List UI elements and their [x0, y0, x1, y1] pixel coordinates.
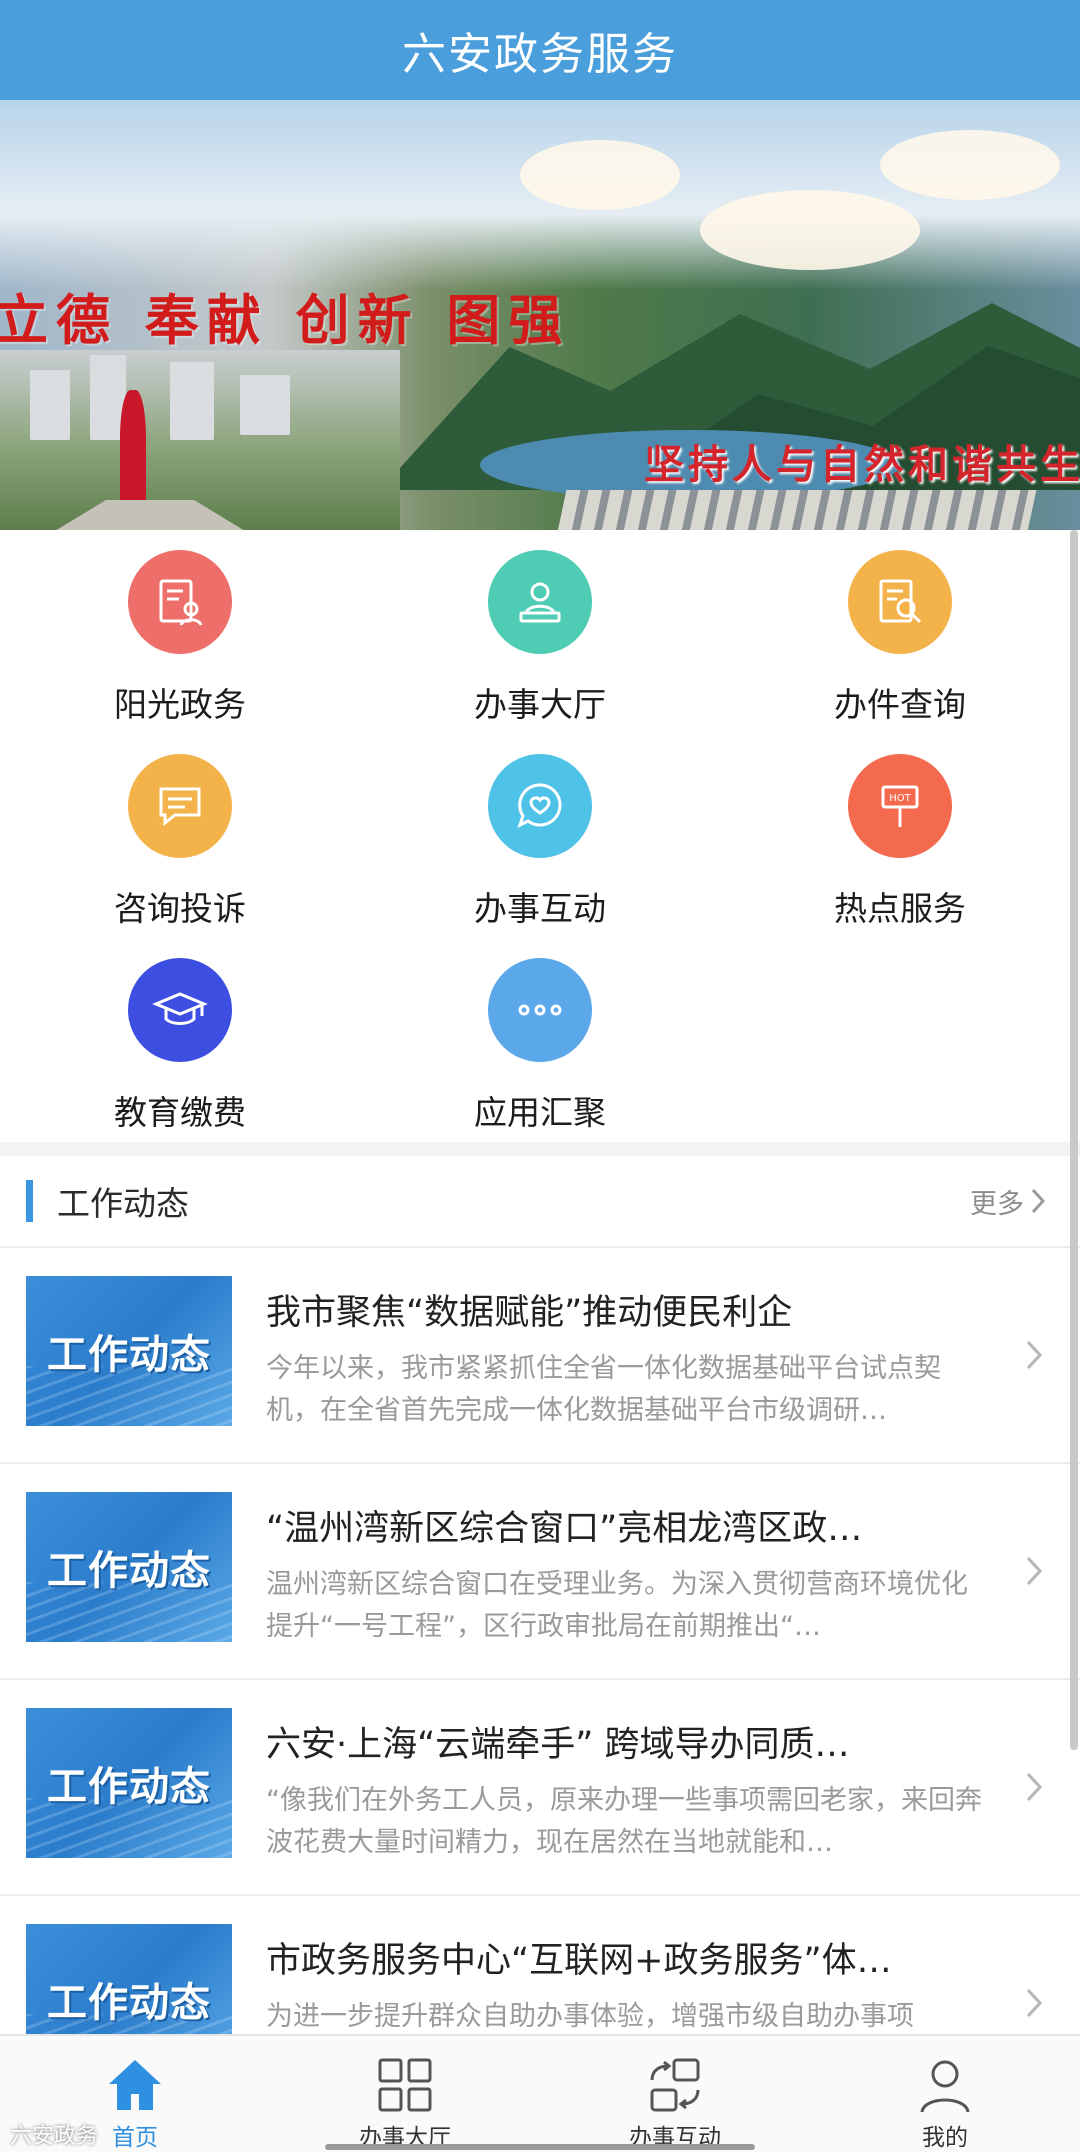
chat-bubble-icon	[128, 754, 232, 858]
thumbnail-text: 工作动态	[47, 1332, 211, 1378]
banner-slogan-top: 立德 奉献 创新 图强	[0, 288, 571, 352]
service-app-hub[interactable]: 应用汇聚	[360, 938, 720, 1142]
news-title: 六安·上海“云端牵手” 跨域导办同质…	[266, 1725, 850, 1765]
news-summary: 为进一步提升群众自助办事体验，增强市级自助办事项	[266, 2001, 914, 2032]
thumbnail-text: 工作动态	[47, 1548, 211, 1594]
heart-chat-icon	[488, 754, 592, 858]
service-case-query[interactable]: 办件查询	[720, 530, 1080, 734]
banner-dam	[553, 490, 1037, 530]
banner-building	[240, 375, 290, 435]
service-label: 咨询投诉	[114, 889, 246, 928]
banner-red-sculpture	[120, 390, 146, 510]
service-sunshine-affairs[interactable]: 阳光政务	[0, 530, 360, 734]
news-thumbnail: 工作动态	[26, 1708, 232, 1858]
svg-text:HOT: HOT	[889, 793, 911, 804]
news-item[interactable]: 工作动态 “温州湾新区综合窗口”亮相龙湾区政… 温州湾新区综合窗口在受理业务。为…	[0, 1464, 1080, 1680]
service-label: 教育缴费	[114, 1093, 246, 1132]
banner-cloud	[700, 190, 920, 270]
chevron-right-icon	[1031, 1188, 1046, 1214]
service-interaction[interactable]: 办事互动	[360, 734, 720, 938]
section-divider	[0, 1142, 1080, 1156]
chevron-right-icon	[1026, 1988, 1043, 2018]
service-label: 阳光政务	[114, 685, 246, 724]
tab-service-hall[interactable]: 办事大厅	[270, 2036, 540, 2152]
news-title: 我市聚焦“数据赋能”推动便民利企	[266, 1293, 793, 1333]
service-grid: 阳光政务 办事大厅 办件查询 咨询投诉 办事互动 HOT 热点服务 教育缴费 应…	[0, 530, 1080, 1142]
graduation-cap-icon	[128, 958, 232, 1062]
news-summary: “像我们在外务工人员，原来办理一些事项需回老家，来回奔波花费大量时间精力，现在居…	[266, 1785, 982, 1858]
more-link[interactable]: 更多	[970, 1182, 1046, 1221]
news-title: 市政务服务中心“互联网+政务服务”体…	[266, 1941, 892, 1981]
chevron-right-icon	[1026, 1340, 1043, 1370]
home-indicator[interactable]	[325, 2144, 755, 2150]
service-label: 应用汇聚	[474, 1093, 606, 1132]
section-accent-bar	[26, 1180, 33, 1222]
news-title: “温州湾新区综合窗口”亮相龙湾区政…	[266, 1509, 863, 1549]
banner-cloud	[880, 130, 1060, 200]
watermark: 六安政务	[10, 2124, 99, 2149]
document-user-icon	[128, 550, 232, 654]
service-consult-complaint[interactable]: 咨询投诉	[0, 734, 360, 938]
chevron-right-icon	[1026, 1556, 1043, 1586]
section-title: 工作动态	[57, 1184, 189, 1223]
tab-label: 我的	[922, 2125, 968, 2151]
grid-icon	[378, 2058, 432, 2112]
person-desk-icon	[488, 550, 592, 654]
service-label: 办事大厅	[474, 685, 606, 724]
app-header: 六安政务服务	[0, 0, 1080, 100]
news-summary: 今年以来，我市紧紧抓住全省一体化数据基础平台试点契机，在全省首先完成一体化数据基…	[266, 1353, 941, 1426]
tab-interaction[interactable]: 办事互动	[540, 2036, 810, 2152]
news-thumbnail: 工作动态	[26, 1492, 232, 1642]
service-label: 热点服务	[834, 889, 966, 928]
home-icon	[109, 2060, 161, 2110]
service-label: 办件查询	[834, 685, 966, 724]
exchange-icon	[650, 2058, 700, 2112]
thumbnail-text: 工作动态	[47, 1980, 211, 2026]
news-item[interactable]: 工作动态 六安·上海“云端牵手” 跨域导办同质… “像我们在外务工人员，原来办理…	[0, 1680, 1080, 1896]
service-hall[interactable]: 办事大厅	[360, 530, 720, 734]
service-education-fee[interactable]: 教育缴费	[0, 938, 360, 1142]
user-icon	[920, 2060, 970, 2113]
scrollbar[interactable]	[1070, 530, 1078, 1750]
more-dots-icon	[488, 958, 592, 1062]
banner-carousel[interactable]: 立德 奉献 创新 图强	[0, 100, 1080, 530]
banner-building	[30, 370, 70, 440]
service-label: 办事互动	[474, 889, 606, 928]
banner-cloud	[520, 140, 680, 210]
thumbnail-text: 工作动态	[47, 1764, 211, 1810]
chevron-right-icon	[1026, 1772, 1043, 1802]
service-hot[interactable]: HOT 热点服务	[720, 734, 1080, 938]
tab-label: 首页	[112, 2125, 158, 2151]
news-summary: 温州湾新区综合窗口在受理业务。为深入贯彻营商环境优化提升“一号工程”，区行政审批…	[266, 1569, 968, 1642]
more-label: 更多	[970, 1188, 1024, 1220]
page-title: 六安政务服务	[402, 29, 678, 80]
banner-building	[170, 362, 214, 440]
tab-mine[interactable]: 我的	[810, 2036, 1080, 2152]
bottom-tab-bar: 首页 办事大厅 办事互动 我的	[0, 2034, 1080, 2152]
document-search-icon	[848, 550, 952, 654]
news-thumbnail: 工作动态	[26, 1276, 232, 1426]
hot-sign-icon: HOT	[848, 754, 952, 858]
work-news-header: 工作动态 更多	[0, 1156, 1080, 1248]
news-item[interactable]: 工作动态 我市聚焦“数据赋能”推动便民利企 今年以来，我市紧紧抓住全省一体化数据…	[0, 1248, 1080, 1464]
